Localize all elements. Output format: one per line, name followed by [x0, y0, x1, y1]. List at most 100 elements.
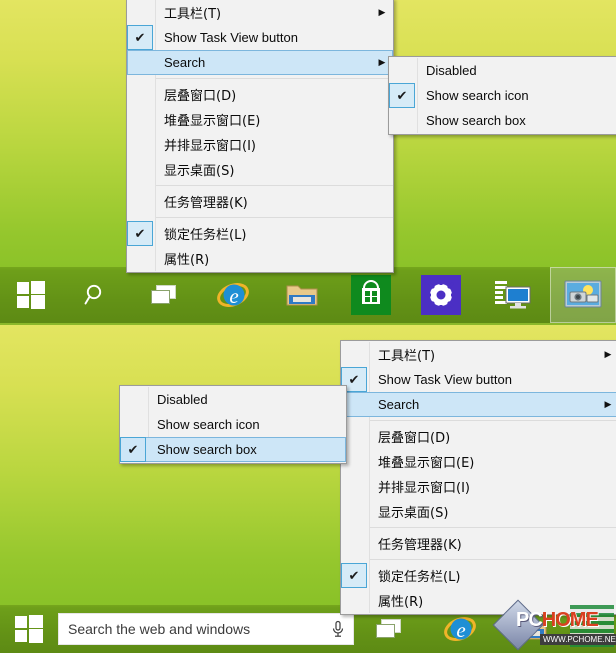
search-submenu[interactable]: Disabled Show search icon ✔ Show search box	[119, 385, 347, 464]
checkmark-icon: ✔	[341, 563, 367, 588]
start-button[interactable]	[0, 267, 62, 323]
menu-item-label: 显示桌面(S)	[164, 164, 235, 179]
menu-item-label: 堆叠显示窗口(E)	[378, 456, 475, 471]
menu-item-label: 属性(R)	[378, 595, 424, 610]
store-icon	[351, 275, 391, 315]
menu-item-label: 锁定任务栏(L)	[164, 228, 247, 243]
file-explorer-button[interactable]	[268, 267, 336, 323]
submenu-arrow-icon: ▶	[378, 7, 386, 17]
menu-item-label: 并排显示窗口(I)	[164, 139, 256, 154]
menu-item-gutter	[127, 132, 153, 157]
menu-item-search[interactable]: Search ▶	[127, 50, 393, 75]
store-button[interactable]	[336, 267, 406, 323]
top-screenshot: e 工具栏(T) ▶ ✔ Show Task View button Searc…	[0, 0, 616, 323]
menu-item-label: 层叠窗口(D)	[164, 89, 237, 104]
menu-item-label: 任务管理器(K)	[378, 538, 462, 553]
taskbar-context-menu[interactable]: 工具栏(T) ▶ ✔ Show Task View button Search ▶ 层叠窗口…	[126, 0, 394, 273]
menu-item-gutter	[120, 387, 146, 412]
menu-item-label: 工具栏(T)	[378, 349, 436, 364]
menu-item-k[interactable]: 任务管理器(K)	[341, 531, 616, 556]
internet-explorer-icon: e	[444, 617, 476, 642]
menu-item-r[interactable]: 属性(R)	[341, 588, 616, 613]
menu-item-i[interactable]: 并排显示窗口(I)	[341, 474, 616, 499]
menu-item-label: Disabled	[426, 63, 477, 78]
menu-item-s[interactable]: 显示桌面(S)	[341, 499, 616, 524]
menu-item-disabled[interactable]: Disabled	[389, 58, 616, 83]
svg-text:e: e	[229, 284, 238, 308]
menu-separator	[156, 185, 393, 186]
checkmark-icon: ✔	[127, 221, 153, 246]
menu-item-show-search-box[interactable]: Show search box	[389, 108, 616, 133]
menu-item-label: Show search box	[426, 113, 526, 128]
menu-item-i[interactable]: 并排显示窗口(I)	[127, 132, 393, 157]
menu-item-label: Search	[378, 397, 420, 412]
remote-desktop-icon	[495, 281, 531, 309]
photo-viewer-button[interactable]	[550, 267, 616, 323]
task-view-icon	[151, 285, 176, 304]
menu-item-gutter	[127, 82, 153, 107]
menu-item-search[interactable]: Search ▶	[341, 392, 616, 417]
checkmark-icon: ✔	[120, 437, 146, 462]
microphone-icon[interactable]	[323, 620, 353, 638]
menu-item-label: 锁定任务栏(L)	[378, 570, 461, 585]
menu-separator	[370, 420, 616, 421]
checkmark-icon: ✔	[389, 83, 415, 108]
menu-item-e[interactable]: 堆叠显示窗口(E)	[341, 449, 616, 474]
remote-desktop-button[interactable]	[476, 267, 550, 323]
menu-item-show-task-view-button[interactable]: ✔ Show Task View button	[127, 25, 393, 50]
taskbar-context-menu[interactable]: 工具栏(T) ▶ ✔ Show Task View button Search ▶ 层叠窗口…	[340, 340, 616, 615]
menu-item-d[interactable]: 层叠窗口(D)	[127, 82, 393, 107]
menu-item-r[interactable]: 属性(R)	[127, 246, 393, 271]
menu-item-gutter	[341, 342, 367, 367]
settings-button[interactable]	[406, 267, 476, 323]
menu-item-gutter	[127, 189, 153, 214]
search-icon	[84, 284, 102, 305]
settings-gear-icon	[421, 275, 461, 315]
menu-item-gutter	[389, 58, 415, 83]
menu-item-label: 任务管理器(K)	[164, 196, 248, 211]
bottom-screenshot: Search the web and windows e 工具栏(T) ▶ ✔ …	[0, 325, 616, 653]
taskbar-search-box[interactable]: Search the web and windows	[58, 613, 354, 645]
menu-separator	[156, 217, 393, 218]
menu-item-e[interactable]: 堆叠显示窗口(E)	[127, 107, 393, 132]
menu-item-label: Show search icon	[157, 417, 260, 432]
svg-text:e: e	[456, 618, 465, 642]
taskbar-search-button[interactable]	[62, 267, 130, 323]
menu-item-show-search-box[interactable]: ✔ Show search box	[120, 437, 346, 462]
menu-separator	[156, 78, 393, 79]
menu-item-s[interactable]: 显示桌面(S)	[127, 157, 393, 182]
start-button[interactable]	[0, 605, 58, 653]
taskbar-top[interactable]: e	[0, 267, 616, 323]
menu-item-gutter	[389, 108, 415, 133]
menu-item-l[interactable]: ✔ 锁定任务栏(L)	[127, 221, 393, 246]
menu-item-gutter	[341, 531, 367, 556]
search-submenu[interactable]: Disabled ✔ Show search icon Show search box	[388, 56, 616, 135]
menu-item-disabled[interactable]: Disabled	[120, 387, 346, 412]
menu-item-label: Disabled	[157, 392, 208, 407]
menu-item-show-search-icon[interactable]: Show search icon	[120, 412, 346, 437]
file-explorer-icon	[286, 285, 318, 306]
submenu-arrow-icon: ▶	[604, 349, 612, 359]
internet-explorer-button[interactable]: e	[198, 267, 268, 323]
menu-item-show-task-view-button[interactable]: ✔ Show Task View button	[341, 367, 616, 392]
menu-item-gutter	[341, 474, 367, 499]
menu-item-label: 工具栏(T)	[164, 7, 222, 22]
taskbar-search-input[interactable]: Search the web and windows	[59, 621, 323, 637]
menu-item-l[interactable]: ✔ 锁定任务栏(L)	[341, 563, 616, 588]
menu-separator	[370, 527, 616, 528]
menu-item-label: Show Task View button	[378, 372, 512, 387]
menu-item-gutter	[127, 107, 153, 132]
menu-item-k[interactable]: 任务管理器(K)	[127, 189, 393, 214]
menu-item-t[interactable]: 工具栏(T) ▶	[127, 0, 393, 25]
menu-item-d[interactable]: 层叠窗口(D)	[341, 424, 616, 449]
menu-item-gutter	[127, 157, 153, 182]
menu-item-t[interactable]: 工具栏(T) ▶	[341, 342, 616, 367]
windows-start-icon	[17, 281, 45, 309]
menu-item-show-search-icon[interactable]: ✔ Show search icon	[389, 83, 616, 108]
menu-item-gutter	[127, 50, 153, 75]
menu-item-gutter	[127, 246, 153, 271]
task-view-button[interactable]	[130, 267, 198, 323]
menu-item-label: Show search icon	[426, 88, 529, 103]
menu-item-label: Show search box	[157, 442, 257, 457]
windows-start-icon	[15, 615, 43, 643]
